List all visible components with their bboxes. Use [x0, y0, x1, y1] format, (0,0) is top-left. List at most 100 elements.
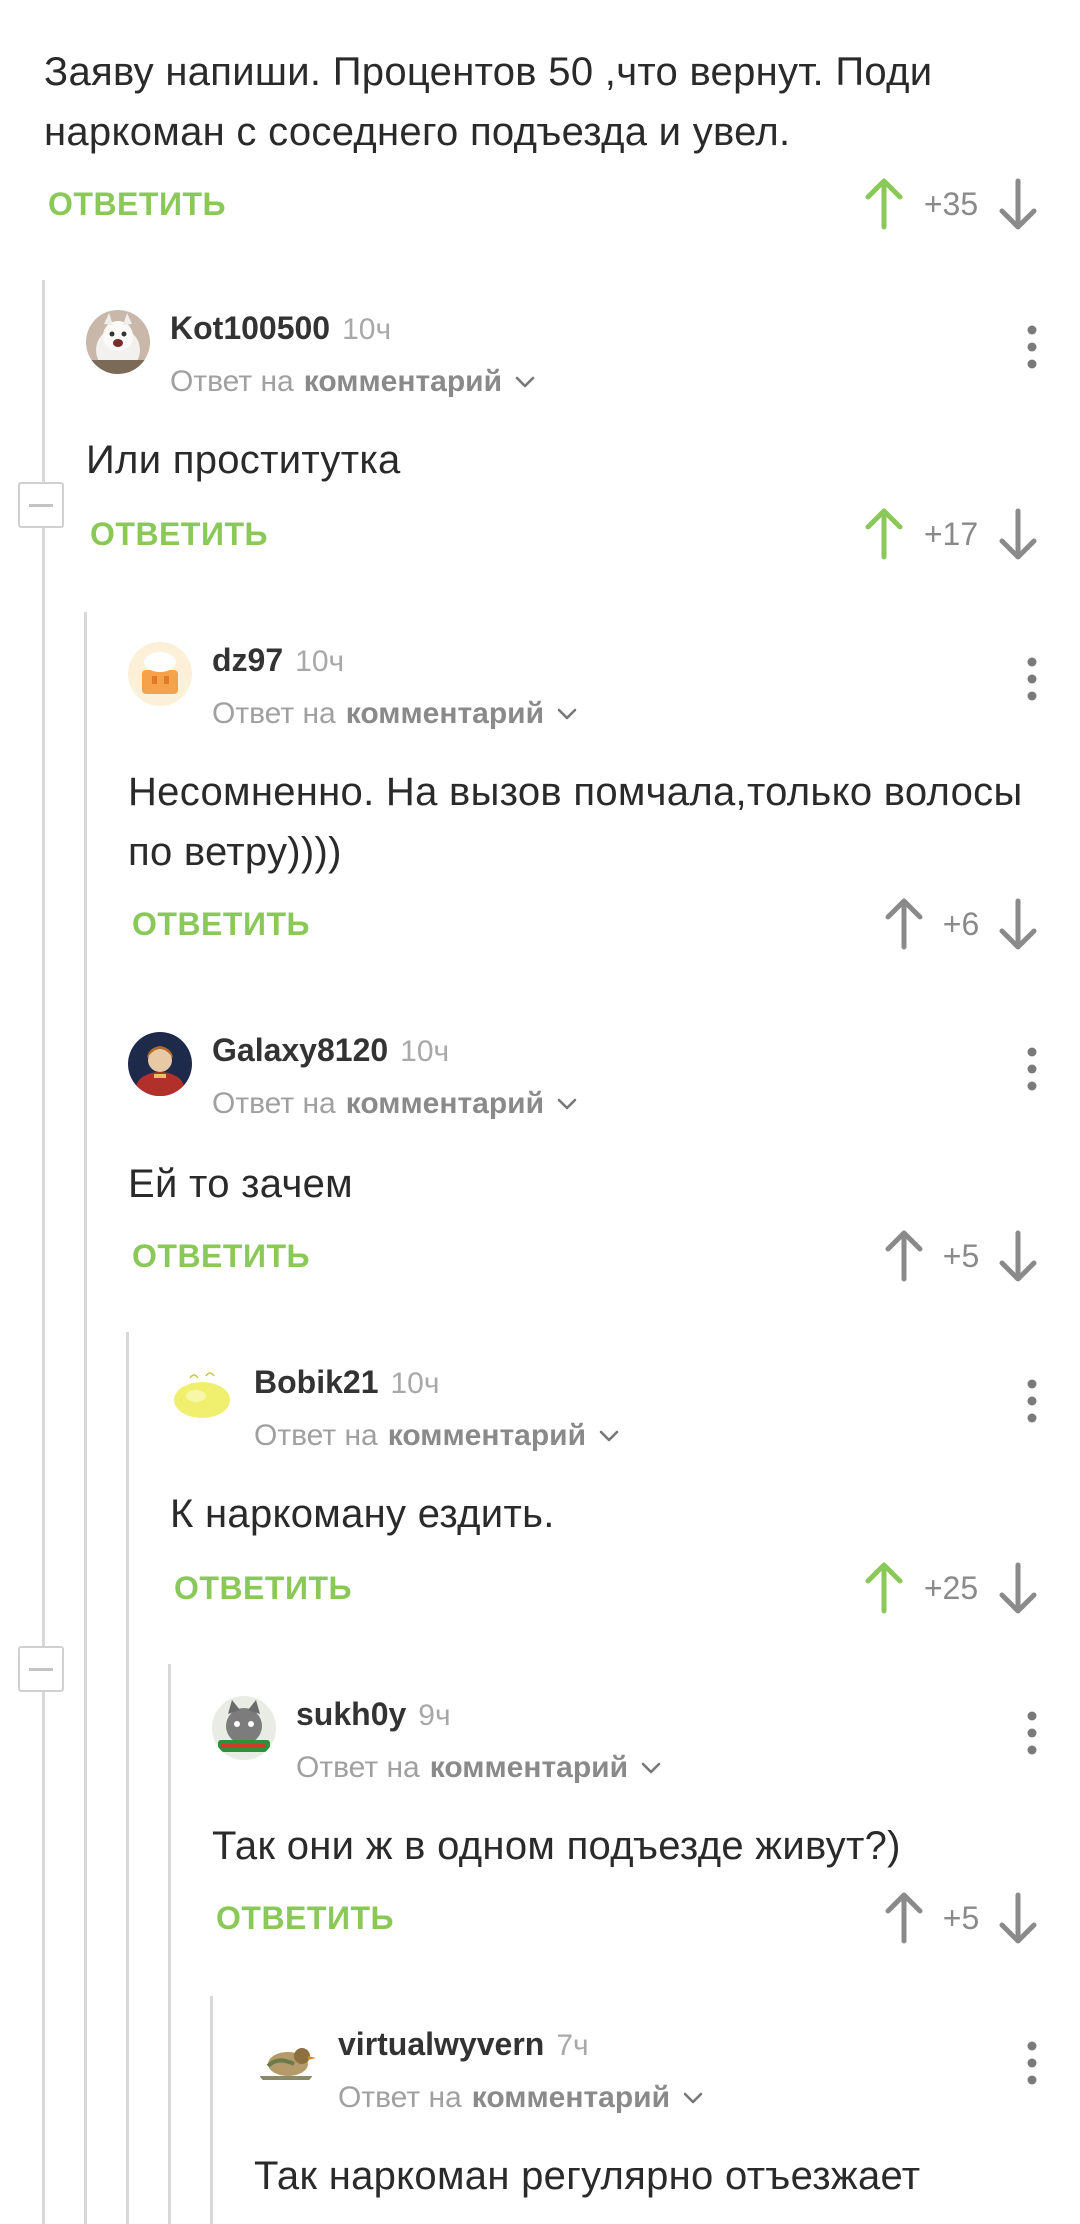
reply-to-link[interactable]: Ответ на комментарий: [338, 2076, 704, 2120]
thread-line-level-3: [126, 1332, 129, 2224]
more-vertical-icon[interactable]: [1022, 324, 1042, 370]
chevron-down-icon: [599, 1430, 619, 1442]
arrow-up-icon[interactable]: [882, 897, 926, 951]
arrow-down-icon[interactable]: [996, 507, 1040, 561]
chevron-down-icon: [557, 1098, 577, 1110]
more-vertical-icon[interactable]: [1022, 2040, 1042, 2086]
yellow-blob-avatar[interactable]: [170, 1364, 234, 1428]
reply-to-link[interactable]: Ответ на комментарий: [212, 692, 578, 736]
comment-header: sukh0y 9ч Ответ на комментарий: [212, 1692, 1040, 1802]
arrow-down-icon[interactable]: [996, 1891, 1040, 1945]
minus-icon: [29, 503, 53, 507]
reply-button[interactable]: ОТВЕТИТЬ: [90, 514, 268, 554]
thread-line-level-2: [84, 612, 87, 2224]
reply-to-target[interactable]: комментарий: [430, 1746, 628, 1790]
arrow-up-icon[interactable]: [862, 507, 906, 561]
username[interactable]: Bobik21 10ч: [254, 1360, 439, 1406]
reply-to-link[interactable]: Ответ на комментарий: [212, 1082, 578, 1126]
arrow-up-icon[interactable]: [882, 1229, 926, 1283]
comment-text: К наркоману ездить.: [170, 1492, 555, 1536]
arrow-down-icon[interactable]: [996, 1229, 1040, 1283]
username-text[interactable]: sukh0y: [296, 1696, 406, 1732]
reply-to-target[interactable]: комментарий: [388, 1414, 586, 1458]
rating-score: +5: [942, 1237, 980, 1274]
rating-control: +25: [862, 1558, 1040, 1618]
username[interactable]: sukh0y 9ч: [296, 1692, 451, 1738]
reply-button[interactable]: ОТВЕТИТЬ: [48, 184, 226, 224]
reply-to-target[interactable]: комментарий: [304, 360, 502, 404]
comment-time: 9ч: [418, 1699, 451, 1732]
reply-to-target[interactable]: комментарий: [346, 692, 544, 736]
arrow-up-icon[interactable]: [882, 1891, 926, 1945]
reply-to-target[interactable]: комментарий: [346, 1082, 544, 1126]
white-dog-avatar[interactable]: [86, 310, 150, 374]
username-text[interactable]: Galaxy8120: [212, 1032, 388, 1068]
reply-to-link[interactable]: Ответ на комментарий: [254, 1414, 620, 1458]
arrow-up-icon[interactable]: [862, 1561, 906, 1615]
username[interactable]: dz97 10ч: [212, 638, 344, 684]
reply-to-prefix: Ответ на: [254, 1419, 378, 1452]
reply-to-link[interactable]: Ответ на комментарий: [170, 360, 536, 404]
arrow-up-icon[interactable]: [862, 177, 906, 231]
comment-header: virtualwyvern 7ч Ответ на комментарий: [254, 2022, 1040, 2132]
comment-text: Так они ж в одном подъезде живут?): [212, 1824, 901, 1868]
chevron-down-icon: [557, 708, 577, 720]
arrow-down-icon[interactable]: [996, 177, 1040, 231]
username[interactable]: virtualwyvern 7ч: [338, 2022, 589, 2068]
comment-time: 10ч: [342, 313, 392, 346]
rating-control: +35: [862, 174, 1040, 234]
arrow-down-icon[interactable]: [996, 1561, 1040, 1615]
reply-to-prefix: Ответ на: [170, 365, 294, 398]
reply-button[interactable]: ОТВЕТИТЬ: [132, 1236, 310, 1276]
comment-header: Bobik21 10ч Ответ на комментарий: [170, 1360, 1040, 1470]
rating-score: +17: [923, 515, 979, 552]
username[interactable]: Kot100500 10ч: [170, 306, 391, 352]
cat-avatar[interactable]: [212, 1696, 276, 1760]
bird-avatar[interactable]: [254, 2026, 318, 2090]
username[interactable]: Galaxy8120 10ч: [212, 1028, 449, 1074]
rating-score: +5: [942, 1899, 980, 1936]
reply-button[interactable]: ОТВЕТИТЬ: [216, 1898, 394, 1938]
reply-to-link[interactable]: Ответ на комментарий: [296, 1746, 662, 1790]
minus-icon: [29, 1667, 53, 1671]
more-vertical-icon[interactable]: [1022, 656, 1042, 702]
chevron-down-icon: [641, 1762, 661, 1774]
rating-control: +6: [882, 894, 1040, 954]
reply-to-prefix: Ответ на: [212, 1087, 336, 1120]
collapse-thread-button[interactable]: [18, 1646, 64, 1692]
comment-text: Заяву напиши. Процентов 50 ,что вернут. …: [44, 50, 933, 154]
rating-control: +5: [882, 1226, 1040, 1286]
comment-time: 10ч: [400, 1035, 450, 1068]
thread-line-level-5: [210, 1996, 213, 2224]
comment-header: dz97 10ч Ответ на комментарий: [128, 638, 1040, 748]
username-text[interactable]: virtualwyvern: [338, 2026, 544, 2062]
more-vertical-icon[interactable]: [1022, 1378, 1042, 1424]
arrow-down-icon[interactable]: [996, 897, 1040, 951]
reply-to-prefix: Ответ на: [296, 1751, 420, 1784]
comment-header: Galaxy8120 10ч Ответ на комментарий: [128, 1028, 1040, 1138]
reply-to-prefix: Ответ на: [338, 2081, 462, 2114]
rating-score: +25: [923, 1569, 979, 1606]
reply-button[interactable]: ОТВЕТИТЬ: [132, 904, 310, 944]
comment-header: Kot100500 10ч Ответ на комментарий: [86, 306, 1040, 416]
chevron-down-icon: [683, 2092, 703, 2104]
reply-to-target[interactable]: комментарий: [472, 2076, 670, 2120]
more-vertical-icon[interactable]: [1022, 1710, 1042, 1756]
reply-to-prefix: Ответ на: [212, 697, 336, 730]
username-text[interactable]: dz97: [212, 642, 283, 678]
comment-text: Несомненно. На вызов помчала,только воло…: [128, 770, 1023, 874]
username-text[interactable]: Bobik21: [254, 1364, 378, 1400]
collapse-thread-button[interactable]: [18, 482, 64, 528]
portrait-avatar[interactable]: [128, 1032, 192, 1096]
cake-avatar[interactable]: [128, 642, 192, 706]
comment-text: Ей то зачем: [128, 1162, 353, 1206]
more-vertical-icon[interactable]: [1022, 1046, 1042, 1092]
comment-text: Так наркоман регулярно отъезжает: [254, 2154, 921, 2198]
chevron-down-icon: [515, 376, 535, 388]
rating-control: +17: [862, 504, 1040, 564]
rating-score: +6: [942, 905, 980, 942]
username-text[interactable]: Kot100500: [170, 310, 330, 346]
comment-time: 7ч: [556, 2029, 589, 2062]
thread-line-level-1: [42, 280, 45, 2224]
reply-button[interactable]: ОТВЕТИТЬ: [174, 1568, 352, 1608]
